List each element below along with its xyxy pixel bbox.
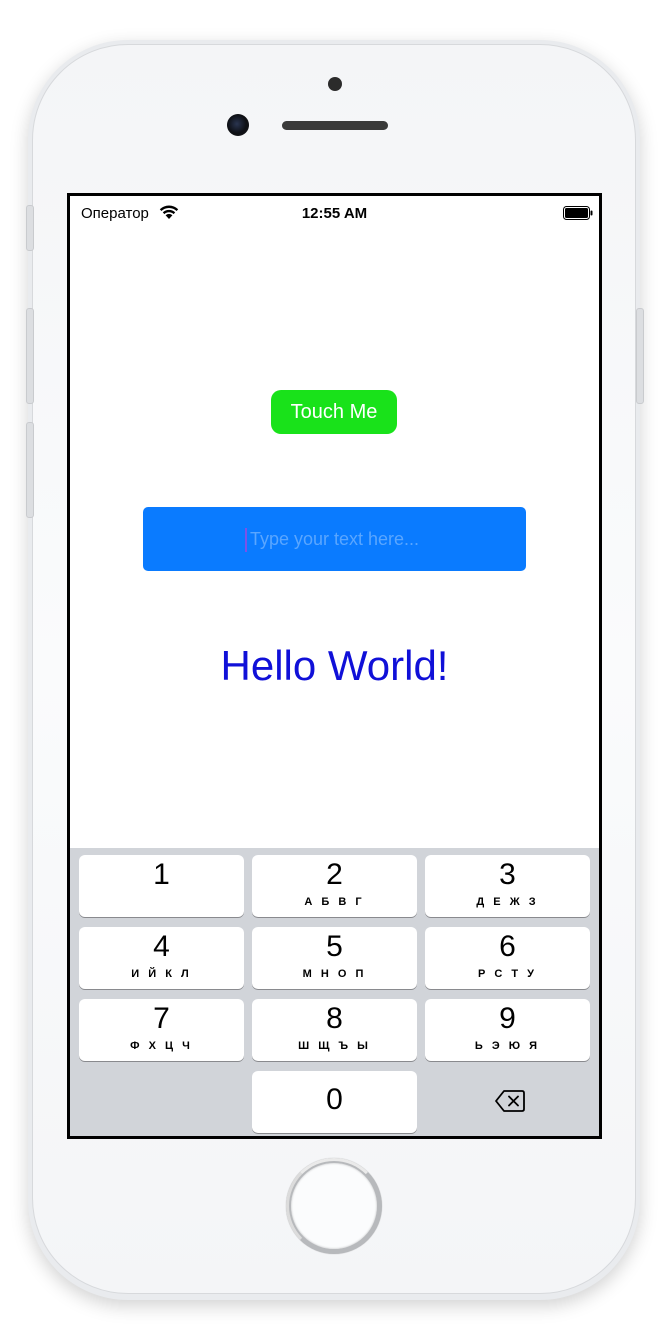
hello-world-label: Hello World! xyxy=(220,642,449,689)
delete-backspace-icon xyxy=(495,1090,525,1112)
key-digit: 2 xyxy=(326,858,343,891)
key-digit: 5 xyxy=(326,930,343,963)
front-camera-icon xyxy=(227,114,249,136)
key-8[interactable]: 8 Ш Щ Ъ Ы xyxy=(252,999,417,1061)
key-digit: 1 xyxy=(153,858,170,891)
key-9[interactable]: 9 Ь Э Ю Я xyxy=(425,999,590,1061)
key-letters: А Б В Г xyxy=(304,896,365,908)
key-letters: Р С Т У xyxy=(477,968,537,980)
key-letters: Д Е Ж З xyxy=(476,896,539,908)
key-letters: Ш Щ Ъ Ы xyxy=(298,1040,371,1052)
text-field-container xyxy=(143,507,526,571)
key-letters: Ь Э Ю Я xyxy=(474,1040,541,1052)
status-time: 12:55 AM xyxy=(301,205,368,222)
touch-me-button[interactable]: Touch Me xyxy=(271,390,397,434)
key-digit: 4 xyxy=(153,930,170,963)
earpiece-speaker xyxy=(282,121,388,130)
key-3[interactable]: 3 Д Е Ж З xyxy=(425,855,590,917)
status-bar: Оператор 12:55 AM xyxy=(70,196,599,230)
delete-key[interactable] xyxy=(425,1074,590,1130)
key-4[interactable]: 4 И Й К Л xyxy=(79,927,244,989)
key-digit: 7 xyxy=(153,1002,170,1035)
key-7[interactable]: 7 Ф Х Ц Ч xyxy=(79,999,244,1061)
volume-up-button xyxy=(26,308,34,404)
key-letters: И Й К Л xyxy=(131,968,192,980)
screen: Оператор 12:55 AM Touch Me Hello Wor xyxy=(67,193,602,1139)
power-button xyxy=(636,308,644,404)
text-input[interactable] xyxy=(143,507,526,571)
text-caret xyxy=(245,528,247,552)
device-frame: Оператор 12:55 AM Touch Me Hello Wor xyxy=(0,0,669,1334)
key-digit: 0 xyxy=(326,1083,343,1116)
key-digit: 9 xyxy=(499,1002,516,1035)
key-0[interactable]: 0 xyxy=(252,1071,417,1133)
app-view: Оператор 12:55 AM Touch Me Hello Wor xyxy=(70,196,599,1136)
key-digit: 6 xyxy=(499,930,516,963)
volume-down-button xyxy=(26,422,34,518)
battery-icon xyxy=(563,206,593,220)
silent-switch xyxy=(26,205,34,251)
key-6[interactable]: 6 Р С Т У xyxy=(425,927,590,989)
key-5[interactable]: 5 М Н О П xyxy=(252,927,417,989)
key-letters: Ф Х Ц Ч xyxy=(130,1040,193,1052)
proximity-sensor xyxy=(328,77,342,91)
numeric-keypad: 1 2 А Б В Г 3 Д Е Ж З 4 И Й К Л 5 М Н О … xyxy=(70,848,599,1136)
key-digit: 3 xyxy=(499,858,516,891)
key-1[interactable]: 1 xyxy=(79,855,244,917)
home-button[interactable] xyxy=(286,1158,382,1254)
key-digit: 8 xyxy=(326,1002,343,1035)
key-letters: М Н О П xyxy=(302,968,367,980)
key-2[interactable]: 2 А Б В Г xyxy=(252,855,417,917)
